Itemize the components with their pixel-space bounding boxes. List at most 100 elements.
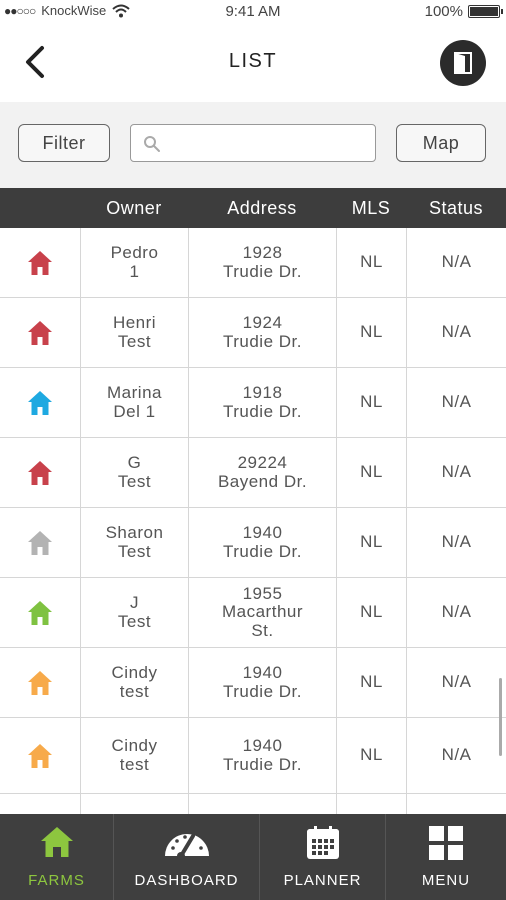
status-cell: N/A — [406, 368, 506, 437]
owner-name: G Test — [117, 453, 152, 491]
owner-name: J Test — [117, 593, 152, 631]
house-status-icon — [0, 298, 80, 367]
table-row[interactable]: Henri Test 1924 Trudie Dr. NL N/A — [0, 298, 506, 368]
owner-cell: Cindy test — [80, 718, 188, 793]
search-input[interactable] — [167, 131, 367, 155]
address-text: 1928 Trudie Dr. — [222, 243, 302, 281]
status-bar-right: 100% — [425, 3, 503, 20]
house-status-icon — [0, 368, 80, 437]
column-header-status[interactable]: Status — [406, 188, 506, 228]
mls-cell: NL — [336, 508, 406, 577]
owner-name: Marina Del 1 — [107, 383, 162, 421]
toolbar: Filter Map — [0, 102, 506, 188]
status-value: N/A — [441, 252, 472, 272]
table-row[interactable]: Cindy test 1940 Trudie Dr. NL N/A — [0, 648, 506, 718]
owner-cell: Marina Del 1 — [80, 368, 188, 437]
status-value: N/A — [441, 745, 472, 765]
address-text: 29224 Bayend Dr. — [217, 453, 308, 491]
status-cell: N/A — [406, 578, 506, 647]
mls-cell: NL — [336, 438, 406, 507]
table-row[interactable]: Marina Del 1 1918 Trudie Dr. NL N/A — [0, 368, 506, 438]
house-status-icon — [0, 718, 80, 793]
table-row[interactable]: Cindy test 1940 Trudie Dr. NL N/A — [0, 718, 506, 794]
filter-button[interactable]: Filter — [18, 124, 110, 162]
door-icon — [454, 52, 472, 74]
address-text: 1940 Trudie Dr. — [222, 736, 302, 774]
status-value: N/A — [441, 672, 472, 692]
column-header-owner[interactable]: Owner — [80, 188, 188, 228]
farm-list-table[interactable]: Pedro 1 1928 Trudie Dr. NL N/A Henri Tes… — [0, 228, 506, 814]
address-cell: 1940 Trudie Dr. — [188, 648, 336, 717]
column-header-address[interactable]: Address — [188, 188, 336, 228]
mls-value: NL — [360, 745, 383, 765]
address-text: 1940 Trudie Dr. — [222, 663, 302, 701]
status-value: N/A — [441, 532, 472, 552]
address-cell: 1918 Trudie Dr. — [188, 368, 336, 437]
address-text: 1955 Macarthur St. — [221, 583, 304, 640]
address-text: 1940 Trudie Dr. — [222, 523, 302, 561]
mls-cell: NL — [336, 578, 406, 647]
status-cell: N/A — [406, 438, 506, 507]
table-row[interactable] — [0, 794, 506, 814]
tab-planner[interactable]: PLANNER — [260, 814, 386, 900]
address-cell — [188, 794, 336, 814]
mls-value: NL — [360, 672, 383, 692]
grid-icon — [429, 826, 463, 860]
tab-menu[interactable]: MENU — [386, 814, 506, 900]
door-button[interactable] — [440, 40, 486, 86]
owner-name: Cindy test — [111, 663, 158, 701]
home-icon — [40, 827, 73, 857]
table-row[interactable]: Sharon Test 1940 Trudie Dr. NL N/A — [0, 508, 506, 578]
address-text: 1918 Trudie Dr. — [222, 383, 302, 421]
house-status-icon — [0, 794, 80, 814]
owner-cell — [80, 794, 188, 814]
column-header-mls[interactable]: MLS — [336, 188, 406, 228]
status-cell: N/A — [406, 298, 506, 367]
mls-cell: NL — [336, 298, 406, 367]
page-title: LIST — [228, 50, 278, 72]
house-status-icon — [0, 578, 80, 647]
address-cell: 1940 Trudie Dr. — [188, 718, 336, 793]
map-button[interactable]: Map — [396, 124, 486, 162]
owner-name: Henri Test — [112, 313, 157, 351]
owner-cell: Henri Test — [80, 298, 188, 367]
mls-value: NL — [360, 252, 383, 272]
house-status-icon — [0, 228, 80, 297]
gauge-icon — [164, 834, 209, 860]
owner-name: Cindy test — [111, 736, 158, 774]
address-cell: 1928 Trudie Dr. — [188, 228, 336, 297]
table-row[interactable]: G Test 29224 Bayend Dr. NL N/A — [0, 438, 506, 508]
address-cell: 1940 Trudie Dr. — [188, 508, 336, 577]
mls-cell: NL — [336, 648, 406, 717]
house-status-icon — [0, 508, 80, 577]
tab-label-farms: FARMS — [28, 872, 85, 889]
owner-cell: J Test — [80, 578, 188, 647]
owner-cell: Pedro 1 — [80, 228, 188, 297]
status-value: N/A — [441, 462, 472, 482]
mls-cell — [336, 794, 406, 814]
address-cell: 1924 Trudie Dr. — [188, 298, 336, 367]
owner-cell: Sharon Test — [80, 508, 188, 577]
tab-dashboard[interactable]: DASHBOARD — [114, 814, 260, 900]
status-value: N/A — [441, 602, 472, 622]
owner-name: Pedro 1 — [110, 243, 159, 281]
status-value: N/A — [441, 392, 472, 412]
owner-cell: Cindy test — [80, 648, 188, 717]
scrollbar[interactable] — [499, 678, 502, 756]
table-row[interactable]: Pedro 1 1928 Trudie Dr. NL N/A — [0, 228, 506, 298]
tab-bar: FARMS DASHBOARD PLANNER MENU — [0, 814, 506, 900]
status-cell — [406, 794, 506, 814]
tab-farms[interactable]: FARMS — [0, 814, 114, 900]
house-status-icon — [0, 648, 80, 717]
calendar-icon — [306, 826, 339, 859]
tab-label-dashboard: DASHBOARD — [134, 872, 239, 889]
mls-value: NL — [360, 462, 383, 482]
house-status-icon — [0, 438, 80, 507]
mls-cell: NL — [336, 368, 406, 437]
search-box[interactable] — [130, 124, 376, 162]
status-bar: ●●○○○ KnockWise 9:41 AM 100% — [0, 0, 506, 24]
owner-cell: G Test — [80, 438, 188, 507]
status-cell: N/A — [406, 648, 506, 717]
mls-value: NL — [360, 392, 383, 412]
table-row[interactable]: J Test 1955 Macarthur St. NL N/A — [0, 578, 506, 648]
